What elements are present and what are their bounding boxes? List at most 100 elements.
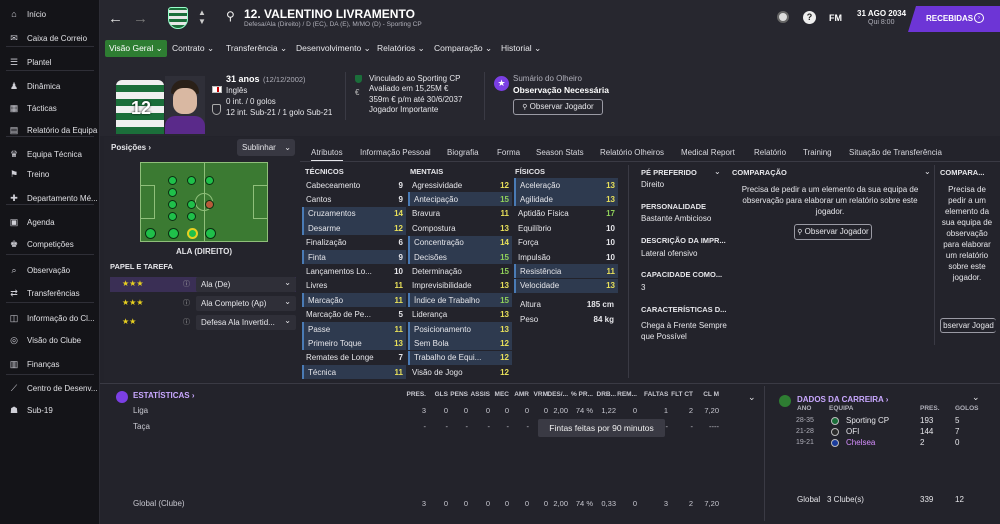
sidebar-item-observacao[interactable]: ⌕ Observação: [0, 260, 99, 280]
attribute-row[interactable]: Resistência 11: [514, 264, 618, 279]
tab-1[interactable]: Contrato ⌄: [168, 40, 218, 57]
subtab-0[interactable]: Atributos: [311, 148, 343, 162]
attribute-row[interactable]: Impulsão 10: [514, 250, 618, 264]
comparison-scout-button-2[interactable]: bservar Jogad: [940, 318, 996, 333]
attribute-row[interactable]: Compostura 13: [408, 221, 512, 235]
pitch-position-dot[interactable]: [187, 228, 198, 239]
attribute-row[interactable]: Cabeceamento 9: [302, 178, 406, 192]
attribute-row[interactable]: Determinação 15: [408, 264, 512, 278]
foot-chevron-icon[interactable]: ⌄: [714, 167, 721, 176]
tab-3[interactable]: Desenvolvimento ⌄: [292, 40, 375, 57]
info-icon[interactable]: ⓘ: [183, 298, 190, 308]
role-dropdown[interactable]: Ala (De) ⌄: [196, 277, 296, 292]
pitch-position-dot[interactable]: [205, 200, 214, 209]
attribute-row[interactable]: Sem Bola 12: [408, 336, 512, 351]
sidebar-item-transferencias[interactable]: ⇄ Transferências: [0, 283, 99, 303]
attribute-row[interactable]: Trabalho de Equi... 12: [408, 350, 512, 365]
sidebar-item-relatorio-da-equipa[interactable]: ▤ Relatório da Equipa: [0, 120, 99, 140]
comparison-chevron-icon[interactable]: ⌄: [924, 167, 931, 176]
attribute-row[interactable]: Velocidade 13: [514, 278, 618, 293]
attribute-row[interactable]: Passe 11: [302, 322, 406, 336]
career-row[interactable]: 19-21 Chelsea 2 0: [796, 438, 986, 449]
role-row[interactable]: ★★ ⓘ Defesa Ala Invertid... ⌄: [110, 315, 296, 330]
attribute-row[interactable]: Antecipação 15: [408, 192, 512, 207]
sidebar-item-agenda[interactable]: ▣ Agenda: [0, 212, 99, 232]
attribute-row[interactable]: Técnica 11: [302, 365, 406, 380]
stats-col-header[interactable]: REM...: [613, 391, 637, 398]
chevron-updown-icon[interactable]: ▲ ▼: [198, 8, 206, 26]
attribute-row[interactable]: Imprevisibilidade 13: [408, 279, 512, 293]
tab-5[interactable]: Comparação ⌄: [430, 40, 496, 57]
attribute-row[interactable]: Finta 9: [302, 250, 406, 264]
sidebar-item-departamento-me[interactable]: ✚ Departamento Mé...: [0, 188, 99, 208]
role-dropdown[interactable]: Defesa Ala Invertid... ⌄: [196, 315, 296, 330]
stats-title[interactable]: ESTATÍSTICAS ›: [133, 391, 194, 400]
sidebar-item-equipa-tecnica[interactable]: ♛ Equipa Técnica: [0, 144, 99, 164]
stats-chevron-icon[interactable]: ⌄: [748, 392, 756, 403]
attribute-row[interactable]: Finalização 6: [302, 236, 406, 250]
attribute-row[interactable]: Primeiro Toque 13: [302, 336, 406, 351]
subtab-9[interactable]: Situação de Transferência: [849, 148, 942, 160]
tab-4[interactable]: Relatórios ⌄: [373, 40, 429, 57]
attribute-row[interactable]: Equilíbrio 10: [514, 221, 618, 235]
pitch-position-dot[interactable]: [205, 176, 214, 185]
attribute-row[interactable]: Desarme 12: [302, 221, 406, 236]
subtab-5[interactable]: Relatório Olheiros: [600, 148, 664, 160]
pitch-position-dot[interactable]: [168, 228, 179, 239]
attribute-row[interactable]: Marcação de Pe... 5: [302, 308, 406, 322]
attribute-row[interactable]: Cruzamentos 14: [302, 206, 406, 221]
comparison-scout-button[interactable]: ⚲ Observar Jogador: [794, 224, 872, 240]
subtab-7[interactable]: Relatório: [754, 148, 786, 160]
career-row[interactable]: 28-35 Sporting CP 193 5: [796, 416, 986, 427]
stats-col-header[interactable]: CL M: [695, 391, 719, 398]
sidebar-item-inicio[interactable]: ⌂ Início: [0, 4, 99, 24]
highlight-dropdown[interactable]: Sublinhar ⌄: [237, 139, 295, 156]
stats-col-header[interactable]: PRES.: [402, 391, 426, 398]
tab-2[interactable]: Transferência ⌄: [222, 40, 291, 57]
attribute-row[interactable]: Agressividade 12: [408, 178, 512, 192]
career-chevron-icon[interactable]: ⌄: [972, 392, 980, 403]
pitch-position-dot[interactable]: [187, 212, 196, 221]
sidebar-item-treino[interactable]: ⚑ Treino: [0, 164, 99, 184]
sidebar-item-sub-19[interactable]: ☗ Sub-19: [0, 400, 99, 420]
scout-player-button[interactable]: ⚲ Observar Jogador: [513, 99, 603, 115]
club-crest-icon[interactable]: [168, 7, 188, 29]
subtab-4[interactable]: Season Stats: [536, 148, 584, 160]
fm-menu-button[interactable]: FM: [829, 13, 842, 23]
forward-arrow-icon[interactable]: →: [133, 10, 148, 27]
pitch-position-dot[interactable]: [168, 200, 177, 209]
attribute-row[interactable]: Bravura 11: [408, 207, 512, 221]
attribute-row[interactable]: Força 10: [514, 236, 618, 250]
sidebar-item-tacticas[interactable]: ▦ Tácticas: [0, 98, 99, 118]
stats-col-header[interactable]: DES/...: [544, 391, 568, 398]
sidebar-item-visao-do-clube[interactable]: ◎ Visão do Clube: [0, 330, 99, 350]
attribute-row[interactable]: Concentração 14: [408, 235, 512, 250]
sidebar-item-plantel[interactable]: ☰ Plantel: [0, 52, 99, 72]
ball-icon[interactable]: [777, 11, 789, 23]
sidebar-item-informacao-do-cl[interactable]: ◫ Informação do Cl...: [0, 308, 99, 328]
attribute-row[interactable]: Aceleração 13: [514, 178, 618, 192]
career-row[interactable]: 21-28 OFI 144 7: [796, 427, 986, 438]
sidebar-item-dinamica[interactable]: ♟ Dinâmica: [0, 76, 99, 96]
search-icon[interactable]: ⚲: [226, 9, 235, 23]
tab-0[interactable]: Visão Geral ⌄: [105, 40, 167, 57]
role-row[interactable]: ★★★ ⓘ Ala Completo (Ap) ⌄: [110, 296, 296, 311]
pitch-position-dot[interactable]: [187, 200, 196, 209]
sidebar-item-caixa-de-correio[interactable]: ✉ Caixa de Correio: [0, 28, 99, 48]
pitch-position-dot[interactable]: [205, 228, 216, 239]
attribute-row[interactable]: Aptidão Física 17: [514, 207, 618, 221]
attribute-row[interactable]: Remates de Longe 7: [302, 351, 406, 365]
info-icon[interactable]: ⓘ: [183, 317, 190, 327]
sidebar-item-centro-de-desenv[interactable]: ⟋ Centro de Desenv...: [0, 378, 99, 398]
sidebar-item-financas[interactable]: ▥ Finanças: [0, 354, 99, 374]
info-icon[interactable]: ⓘ: [183, 279, 190, 289]
pitch-position-dot[interactable]: [168, 188, 177, 197]
stats-col-header[interactable]: % PR...: [569, 391, 593, 398]
subtab-3[interactable]: Forma: [497, 148, 520, 160]
attribute-row[interactable]: Decisões 15: [408, 250, 512, 264]
stats-col-header[interactable]: FALTAS: [644, 391, 668, 398]
attribute-row[interactable]: Lançamentos Lo... 10: [302, 264, 406, 278]
role-dropdown[interactable]: Ala Completo (Ap) ⌄: [196, 296, 296, 311]
pitch-position-dot[interactable]: [168, 212, 177, 221]
pitch-position-dot[interactable]: [187, 176, 196, 185]
